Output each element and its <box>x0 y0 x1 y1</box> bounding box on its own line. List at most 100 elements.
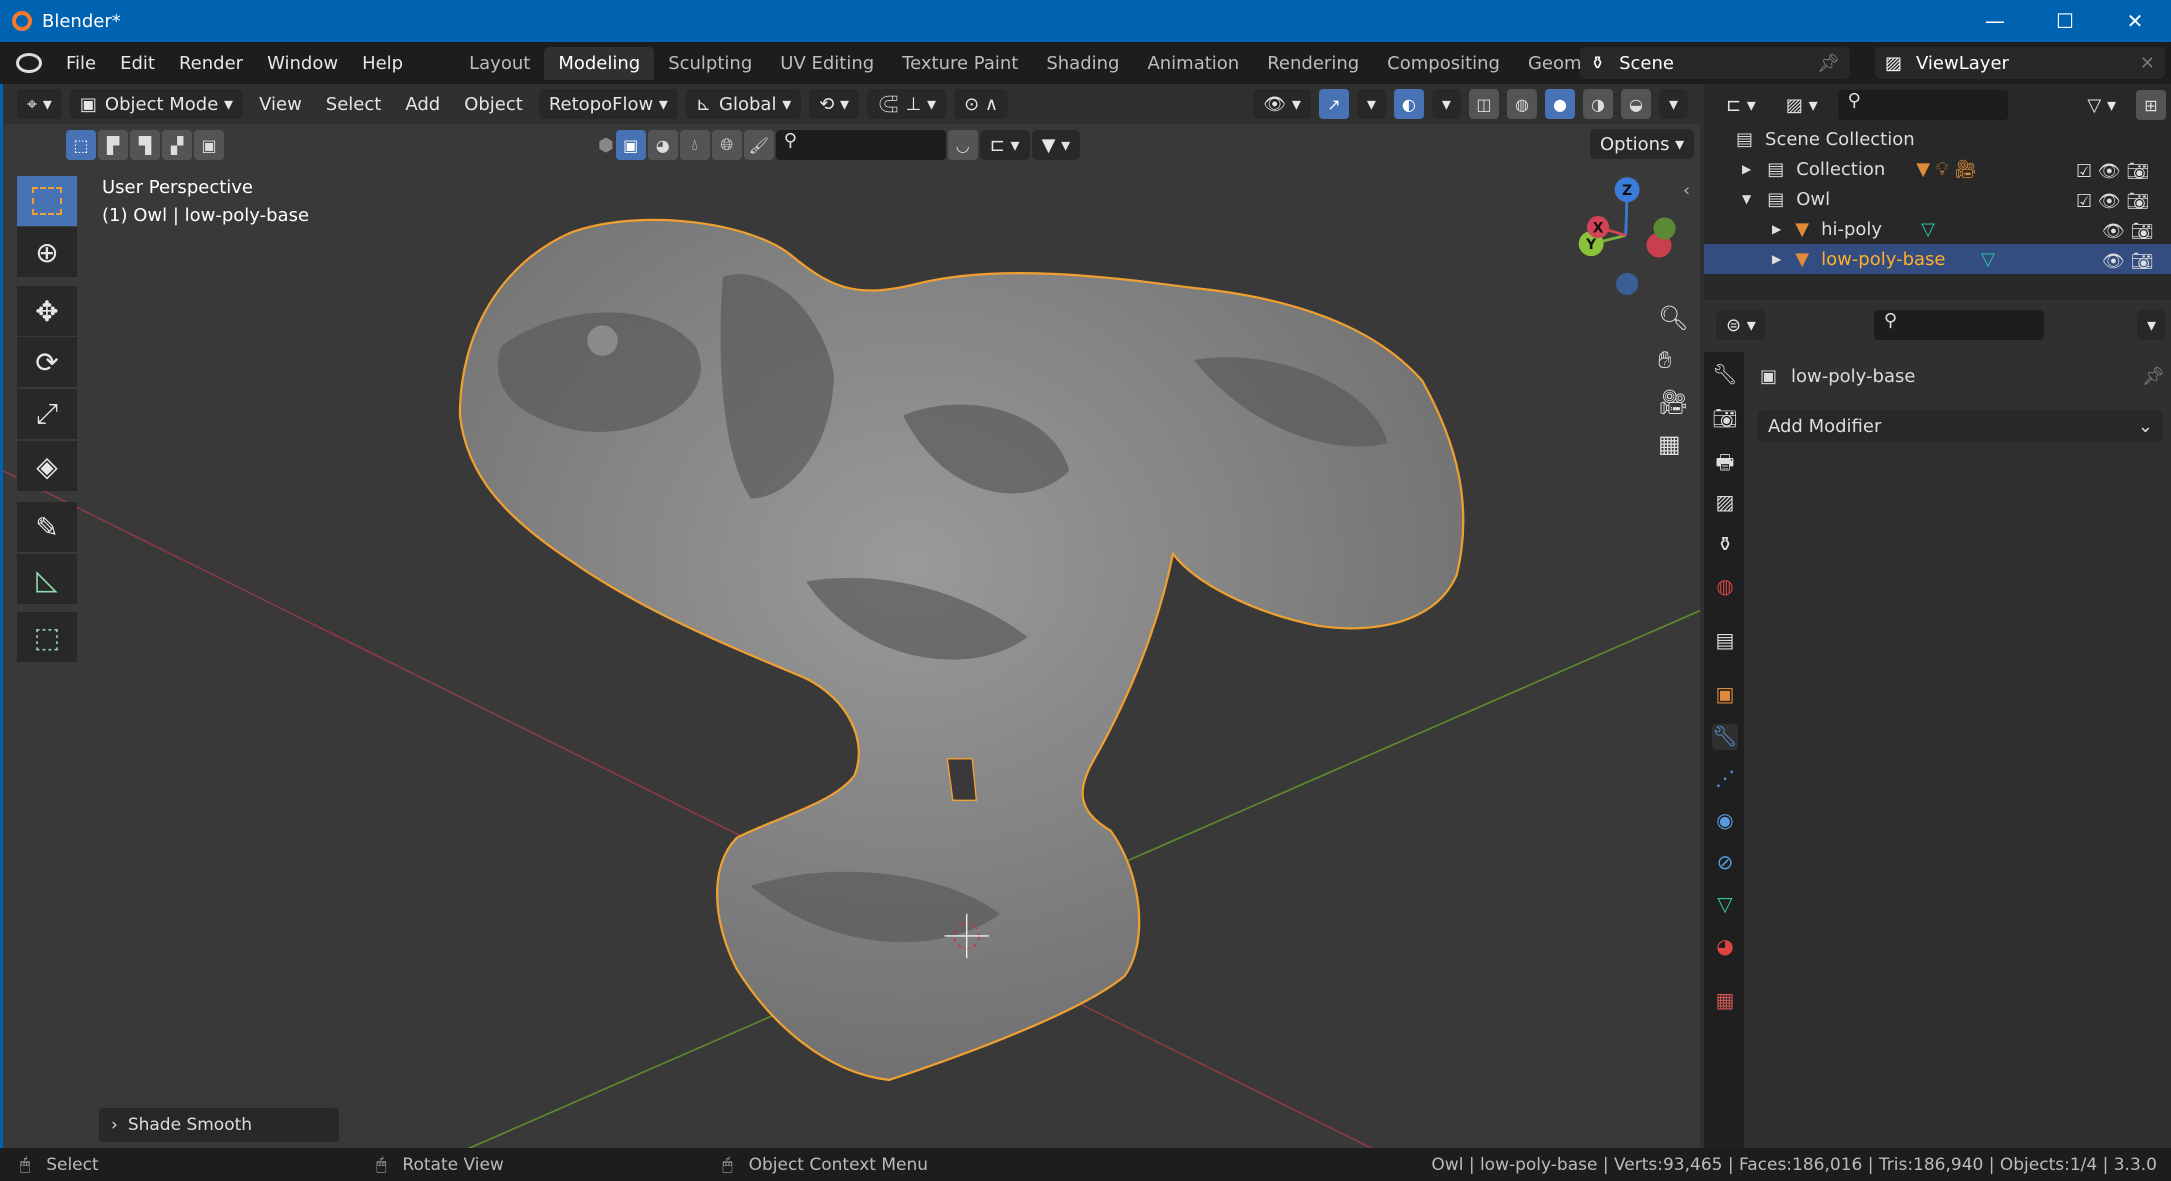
shading-dropdown[interactable]: ▾ <box>1658 89 1688 119</box>
view-layer-dropdown[interactable]: ▨ ▾ <box>1775 90 1828 120</box>
measure-tool[interactable]: ◺ <box>17 554 77 604</box>
scale-tool[interactable]: ⤢ <box>17 389 77 439</box>
snap-toggle[interactable]: 🧲︎ ⊥ ▾ <box>867 89 947 119</box>
viewport-search-input[interactable]: ⚲ <box>775 130 946 160</box>
outliner-filter-dropdown[interactable]: ▽ ▾ <box>2077 90 2126 120</box>
close-button[interactable]: ✕ <box>2100 0 2170 42</box>
transform-tool[interactable]: ◈ <box>17 441 77 491</box>
select-invert-icon[interactable]: ▞ <box>162 130 192 160</box>
retopoflow-menu[interactable]: RetopoFlow ▾ <box>538 89 678 119</box>
collection-tab-icon[interactable]: ▤ <box>1712 628 1738 654</box>
tab-uv-editing[interactable]: UV Editing <box>766 47 888 80</box>
scene-tab-icon[interactable]: ⚱ <box>1712 532 1738 558</box>
select-box-tool[interactable] <box>17 176 77 226</box>
particles-tab-icon[interactable]: ⋰ <box>1712 766 1738 792</box>
tab-rendering[interactable]: Rendering <box>1253 47 1373 80</box>
pan-hand-icon[interactable]: ✋︎ <box>1658 346 1688 374</box>
mode-selector[interactable]: ▣ Object Mode ▾ <box>69 89 244 119</box>
tab-texture-paint[interactable]: Texture Paint <box>888 47 1032 80</box>
collapse-arrow-icon[interactable]: ▼ <box>1742 192 1751 206</box>
select-intersect-icon[interactable]: ▣ <box>194 130 224 160</box>
menu-edit[interactable]: Edit <box>108 53 167 74</box>
gizmo-dropdown[interactable]: ▾ <box>1356 89 1386 119</box>
modifier-tab-icon[interactable]: 🔧︎ <box>1712 724 1738 750</box>
rendered-shading-button[interactable]: ◒ <box>1620 89 1651 119</box>
properties-options-dropdown[interactable]: ▾ <box>2136 310 2166 340</box>
material-tab-icon[interactable]: ◕ <box>1712 934 1738 960</box>
outliner-scene-collection[interactable]: ▤ Scene Collection <box>1704 124 2171 154</box>
wireframe-shading-button[interactable]: ◍ <box>1506 89 1537 119</box>
tab-modeling[interactable]: Modeling <box>544 46 655 80</box>
properties-editor-type[interactable]: ⊜ ▾ <box>1716 310 1766 340</box>
rotate-tool[interactable]: ⟳ <box>17 337 77 387</box>
gizmo-toggle[interactable]: ↗ <box>1318 89 1349 119</box>
filter-world-icon[interactable]: 🌐︎ <box>711 130 742 160</box>
expand-arrow-icon[interactable]: ▶ <box>1742 162 1751 176</box>
solid-shading-button[interactable]: ● <box>1544 89 1575 119</box>
data-tab-icon[interactable]: ▽ <box>1712 892 1738 918</box>
camera-view-icon[interactable]: 🎥︎ <box>1658 388 1688 416</box>
blender-menu-icon[interactable] <box>16 53 42 73</box>
pin-icon[interactable]: 📌︎ <box>2142 366 2165 387</box>
menu-render[interactable]: Render <box>167 53 255 74</box>
menu-select[interactable]: Select <box>318 94 390 115</box>
select-subtract-icon[interactable]: ▜ <box>130 130 160 160</box>
pin-icon[interactable]: 📌︎ <box>1817 53 1840 74</box>
scene-selector[interactable]: ⚱ Scene 📌︎ <box>1580 47 1850 79</box>
view-layer-tab-icon[interactable]: ▨ <box>1712 490 1738 516</box>
menu-view[interactable]: View <box>251 94 310 115</box>
select-new-icon[interactable]: ⬚ <box>66 130 96 160</box>
menu-help[interactable]: Help <box>350 53 415 74</box>
constraints-tab-icon[interactable]: ⊘ <box>1712 850 1738 876</box>
outliner-search-input[interactable]: ⚲ <box>1837 90 2008 120</box>
collapse-sidebar-icon[interactable]: ‹ <box>1683 180 1690 201</box>
material-shading-button[interactable]: ◑ <box>1582 89 1613 119</box>
view-layer-selector[interactable]: ▨ ViewLayer ✕ <box>1875 47 2165 79</box>
expand-arrow-icon[interactable]: ▶ <box>1772 222 1781 236</box>
add-modifier-button[interactable]: Add Modifier ⌄ <box>1758 410 2163 442</box>
zoom-icon[interactable]: 🔍︎ <box>1658 304 1688 332</box>
world-tab-icon[interactable]: ◍ <box>1712 574 1738 600</box>
tab-layout[interactable]: Layout <box>455 47 544 80</box>
hierarchy-dropdown[interactable]: ⊏ ▾ <box>979 130 1030 160</box>
filter-object-icon[interactable]: ▣ <box>615 130 646 160</box>
filter-dropdown[interactable]: ▼ ▾ <box>1031 130 1081 160</box>
search-clear-icon[interactable]: ◡ <box>947 130 978 160</box>
filter-paint-icon[interactable]: 🖌︎ <box>743 130 774 160</box>
menu-object[interactable]: Object <box>456 94 531 115</box>
tab-compositing[interactable]: Compositing <box>1373 47 1514 80</box>
cursor-tool[interactable]: ⊕ <box>17 227 77 277</box>
render-tab-icon[interactable]: 📷︎ <box>1712 406 1738 432</box>
select-extend-icon[interactable]: ▛ <box>98 130 128 160</box>
tab-sculpting[interactable]: Sculpting <box>654 47 766 80</box>
add-cube-tool[interactable]: ⬚ <box>17 612 77 662</box>
close-view-layer-icon[interactable]: ✕ <box>2140 53 2155 74</box>
object-tab-icon[interactable]: ▣ <box>1712 682 1738 708</box>
maximize-button[interactable]: ☐ <box>2030 0 2100 42</box>
tool-tab-icon[interactable]: 🔧︎ <box>1712 362 1738 388</box>
visibility-selector[interactable]: 👁︎ ▾ <box>1253 89 1311 119</box>
annotate-tool[interactable]: ✎ <box>17 502 77 552</box>
xray-toggle[interactable]: ◫ <box>1468 89 1499 119</box>
tab-animation[interactable]: Animation <box>1133 47 1253 80</box>
proportional-edit-toggle[interactable]: ⊙ ∧ <box>954 89 1009 119</box>
filter-material-icon[interactable]: ◕ <box>647 130 678 160</box>
menu-file[interactable]: File <box>54 53 108 74</box>
orientation-selector[interactable]: ⊾ Global ▾ <box>685 89 802 119</box>
move-tool[interactable]: ✥ <box>17 286 77 336</box>
minimize-button[interactable]: — <box>1960 0 2030 42</box>
texture-tab-icon[interactable]: ▦ <box>1712 988 1738 1014</box>
output-tab-icon[interactable]: 🖶 <box>1712 448 1738 474</box>
3d-viewport[interactable]: Z Y X User Perspective (1) Owl | low-pol… <box>0 84 1700 1148</box>
overlay-toggle[interactable]: ◐ <box>1393 89 1424 119</box>
tab-shading[interactable]: Shading <box>1032 47 1133 80</box>
options-dropdown[interactable]: Options ▾ <box>1590 129 1695 159</box>
filter-light-icon[interactable]: 💧︎ <box>679 130 710 160</box>
editor-type-button[interactable]: ⌖ ▾ <box>17 89 62 119</box>
physics-tab-icon[interactable]: ◉ <box>1712 808 1738 834</box>
pivot-selector[interactable]: ⟲ ▾ <box>809 89 860 119</box>
expand-arrow-icon[interactable]: ▶ <box>1772 252 1781 266</box>
menu-window[interactable]: Window <box>255 53 350 74</box>
display-mode-dropdown[interactable]: ⊏ ▾ <box>1716 90 1766 120</box>
overlay-dropdown[interactable]: ▾ <box>1431 89 1461 119</box>
